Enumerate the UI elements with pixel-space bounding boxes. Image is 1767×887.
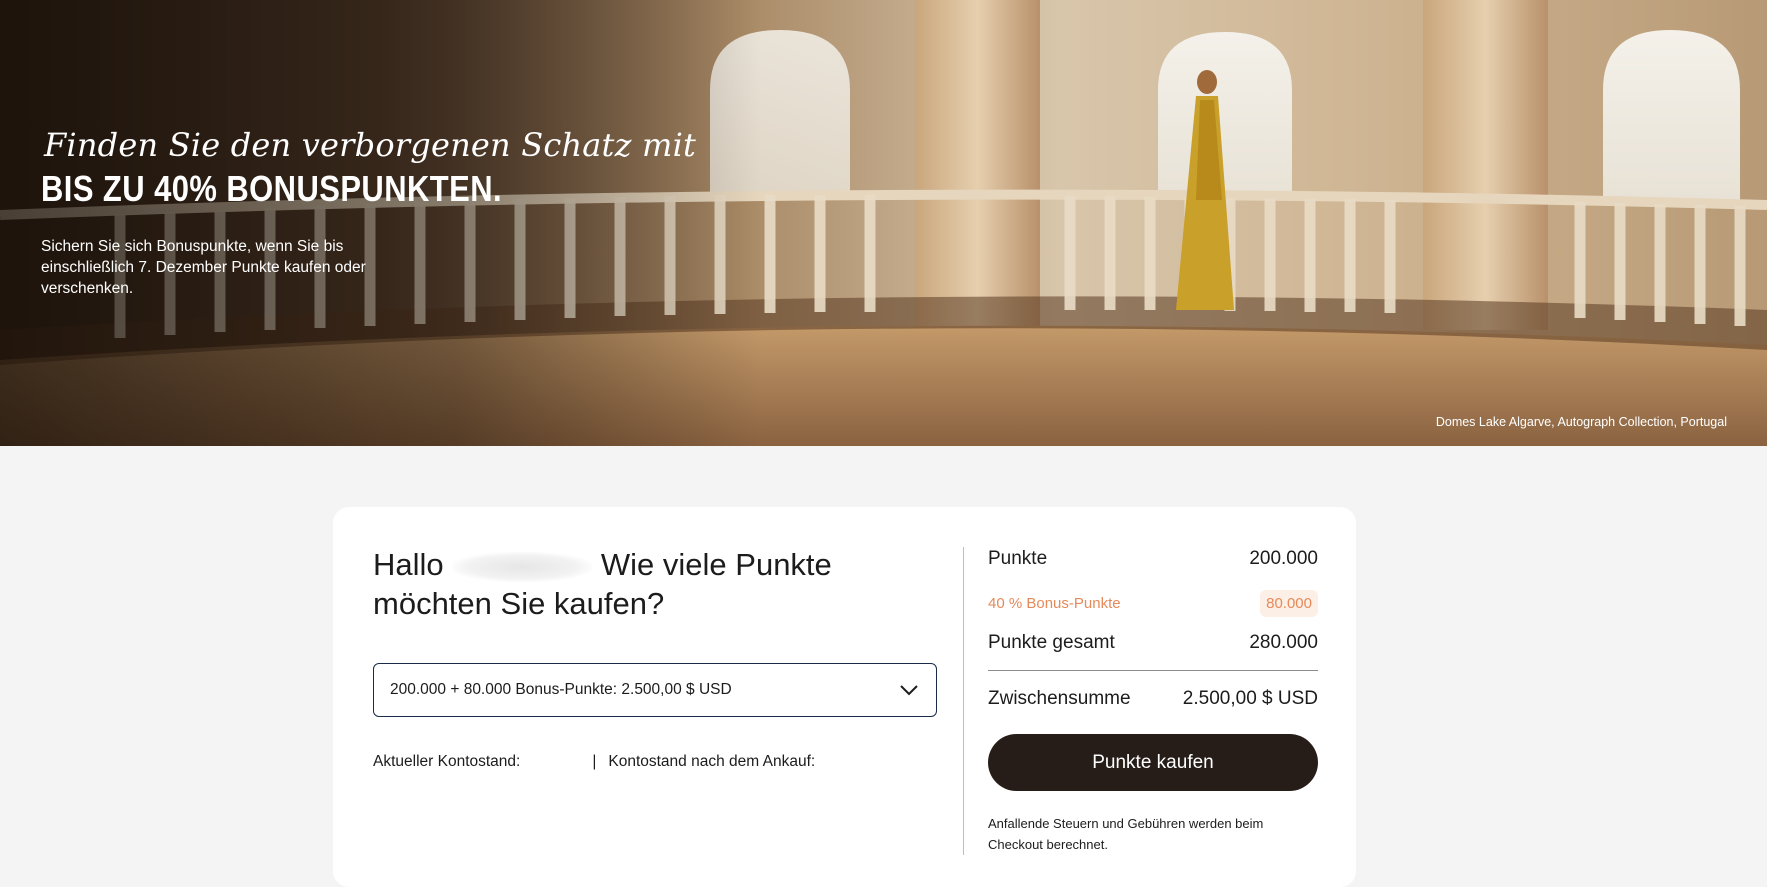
hero-description: Sichern Sie sich Bonuspunkte, wenn Sie b… [41, 238, 366, 297]
points-label: Punkte [988, 548, 1048, 569]
hero-title-italic: Finden Sie den verborgenen Schatz mit [44, 126, 697, 164]
subtotal-value: 2.500,00 $ USD [1182, 688, 1318, 709]
balance-info: Aktueller Kontostand: | Kontostand nach … [373, 753, 815, 771]
summary-row-points: Punkte 200.000 [988, 547, 1318, 571]
column-divider [963, 547, 964, 855]
bonus-value-badge: 80.000 [1260, 589, 1318, 617]
buy-points-button[interactable]: Punkte kaufen [988, 734, 1318, 791]
points-package-select[interactable]: 200.000 + 80.000 Bonus-Punkte: 2.500,00 … [373, 663, 937, 717]
subtotal-label: Zwischensumme [988, 688, 1131, 709]
after-purchase-balance-label: Kontostand nach dem Ankauf: [608, 753, 816, 770]
greeting-heading: Hallo Wie viele Punkte möchten Sie kaufe… [373, 545, 893, 623]
total-value: 280.000 [1249, 632, 1318, 653]
greeting-hello: Hallo [373, 547, 444, 582]
current-balance-label: Aktueller Kontostand: [373, 753, 521, 770]
hero-title-bold: BIS ZU 40% BONUSPUNKTEN. [41, 168, 503, 209]
points-package-value: 200.000 + 80.000 Bonus-Punkte: 2.500,00 … [390, 681, 732, 698]
summary-row-subtotal: Zwischensumme 2.500,00 $ USD [988, 686, 1318, 712]
hero-shade [0, 0, 760, 446]
balance-separator: | [592, 753, 597, 770]
bonus-label: 40 % Bonus-Punkte [988, 594, 1121, 612]
points-value: 200.000 [1249, 548, 1318, 569]
hero-banner: Finden Sie den verborgenen Schatz mit BI… [0, 0, 1767, 446]
summary-row-bonus: 40 % Bonus-Punkte 80.000 [988, 589, 1318, 617]
order-summary: Punkte 200.000 40 % Bonus-Punkte 80.000 … [988, 547, 1318, 855]
summary-row-total: Punkte gesamt 280.000 [988, 631, 1318, 655]
redacted-user-name [452, 551, 593, 582]
taxes-note: Anfallende Steuern und Gebühren werden b… [988, 816, 1264, 852]
hero-photo-caption: Domes Lake Algarve, Autograph Collection… [1435, 415, 1727, 429]
purchase-card: Hallo Wie viele Punkte möchten Sie kaufe… [333, 507, 1356, 887]
total-label: Punkte gesamt [988, 632, 1115, 653]
chevron-down-icon [898, 679, 920, 701]
summary-divider [988, 670, 1318, 671]
